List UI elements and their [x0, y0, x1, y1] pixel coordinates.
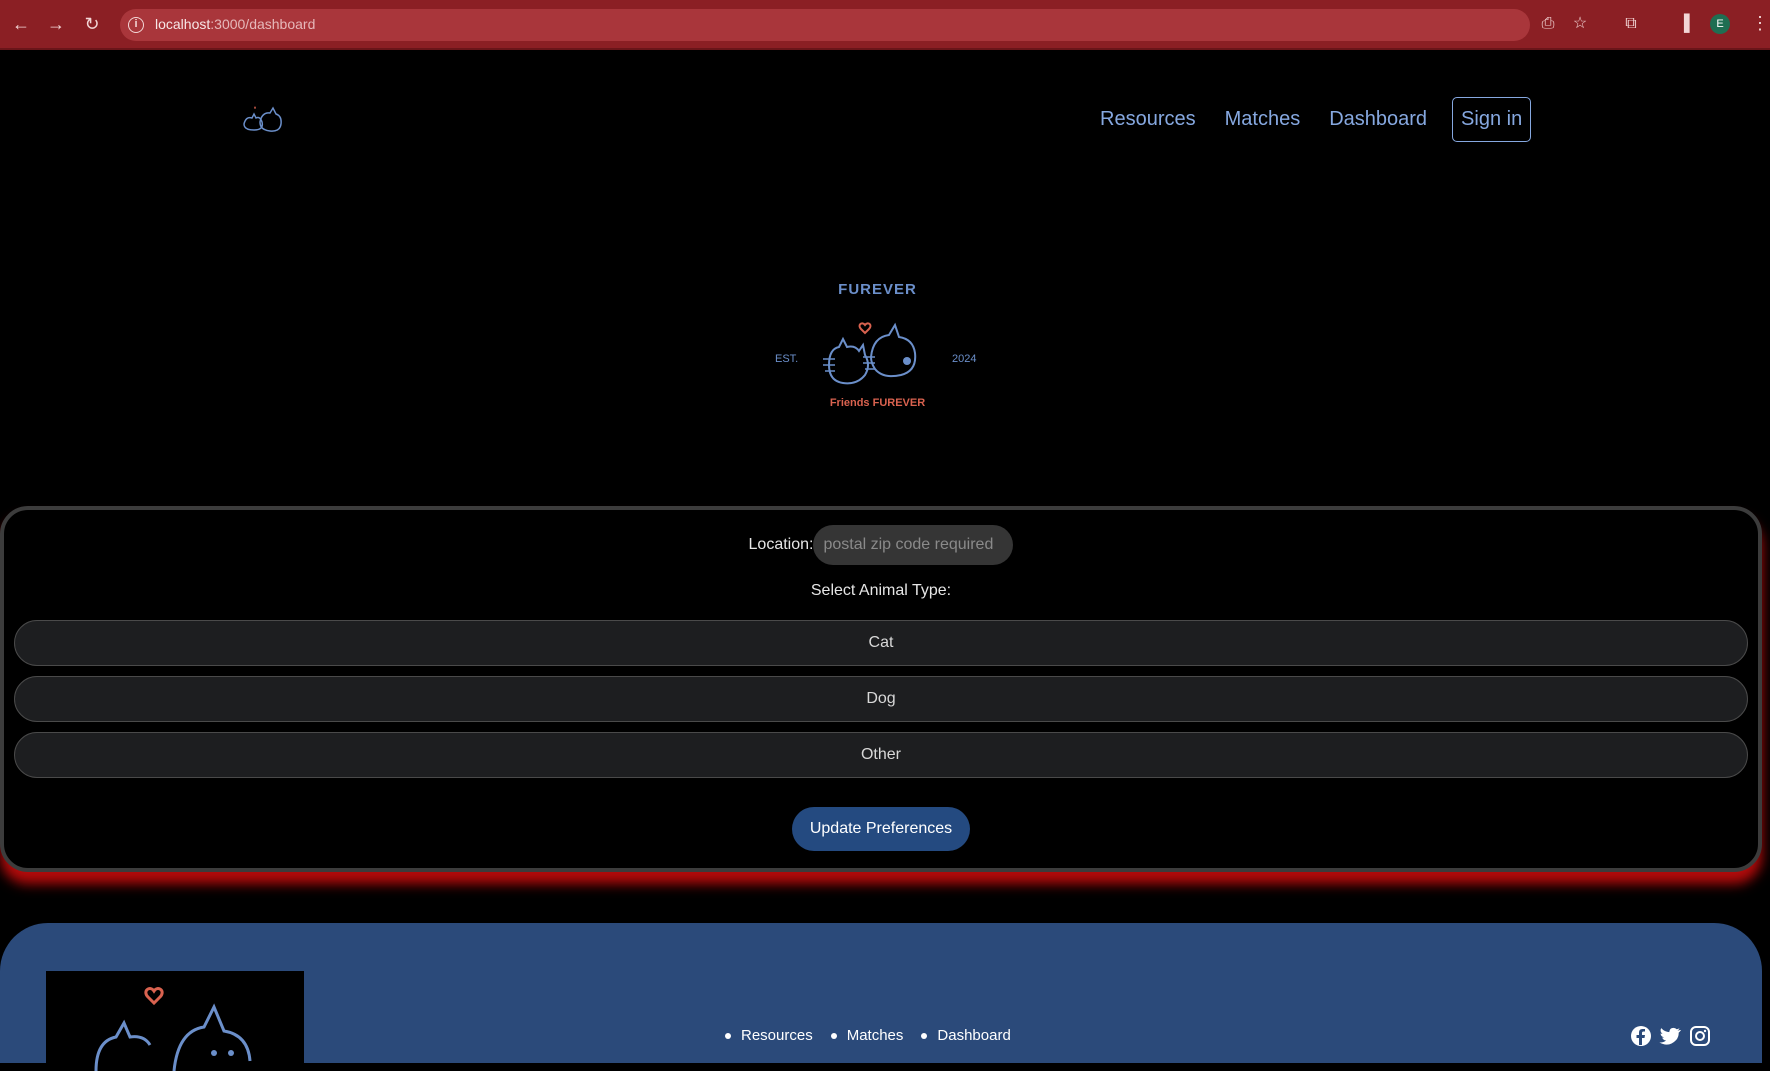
browser-toolbar: ← → ↻ i localhost:3000/dashboard ⎙ ☆ ⧉ ▐…: [0, 0, 1770, 50]
footer-link-matches[interactable]: Matches: [847, 1027, 904, 1044]
twitter-icon[interactable]: [1659, 1025, 1681, 1047]
footer-cat-dog-icon: [94, 987, 252, 1071]
sign-in-button[interactable]: Sign in: [1452, 96, 1532, 142]
profile-avatar[interactable]: E: [1710, 14, 1730, 34]
bullet-icon: [725, 1033, 731, 1039]
hero-logo: FUREVER EST. 2024 Friends FUREVER: [765, 275, 990, 415]
bookmark-star-icon[interactable]: ☆: [1569, 13, 1591, 35]
preferences-panel: Location: Select Animal Type: Cat Dog Ot…: [0, 506, 1762, 872]
reload-icon[interactable]: ↻: [80, 12, 104, 36]
forward-arrow-icon[interactable]: →: [44, 12, 68, 36]
nav-matches[interactable]: Matches: [1225, 108, 1301, 131]
animal-option-dog[interactable]: Dog: [14, 676, 1748, 722]
hero-tagline: Friends FUREVER: [829, 397, 926, 409]
location-row: Location:: [4, 525, 1758, 565]
zip-code-input[interactable]: [813, 525, 1014, 565]
facebook-icon[interactable]: [1630, 1025, 1652, 1047]
cat-dog-illustration-icon: [823, 322, 917, 385]
instagram-icon[interactable]: [1689, 1025, 1711, 1047]
location-label: Location:: [748, 536, 814, 553]
extensions-icon[interactable]: ⧉: [1620, 13, 1642, 35]
url-text[interactable]: localhost:3000/dashboard: [155, 16, 315, 32]
hero-year: 2024: [952, 353, 977, 365]
nav-dashboard[interactable]: Dashboard: [1329, 108, 1427, 131]
side-panel-icon[interactable]: ▐: [1673, 13, 1695, 35]
hero-est: EST.: [775, 353, 799, 365]
footer-link-dashboard[interactable]: Dashboard: [937, 1027, 1010, 1044]
site-logo-icon[interactable]: [240, 104, 286, 136]
update-preferences-button[interactable]: Update Preferences: [792, 807, 970, 851]
address-bar[interactable]: i localhost:3000/dashboard: [120, 9, 1530, 41]
bullet-icon: [830, 1033, 837, 1039]
nav-resources[interactable]: Resources: [1100, 108, 1196, 131]
browser-menu-icon[interactable]: ⋮: [1751, 13, 1769, 34]
animal-option-cat[interactable]: Cat: [14, 620, 1748, 666]
animal-option-other[interactable]: Other: [14, 732, 1748, 778]
footer-logo[interactable]: [46, 971, 304, 1071]
install-app-icon[interactable]: ⎙: [1537, 13, 1559, 35]
bullet-icon: [921, 1033, 928, 1039]
footer-link-resources[interactable]: Resources: [741, 1027, 813, 1044]
animal-type-label: Select Animal Type:: [810, 582, 952, 599]
site-info-icon[interactable]: i: [128, 17, 144, 33]
main-nav: Resources Matches Dashboard Sign in: [1100, 96, 1532, 142]
site-footer: Resources Matches Dashboard: [0, 923, 1762, 1071]
footer-nav: Resources Matches Dashboard: [725, 1027, 1029, 1044]
back-arrow-icon[interactable]: ←: [9, 12, 33, 36]
hero-title: FUREVER: [838, 281, 917, 298]
